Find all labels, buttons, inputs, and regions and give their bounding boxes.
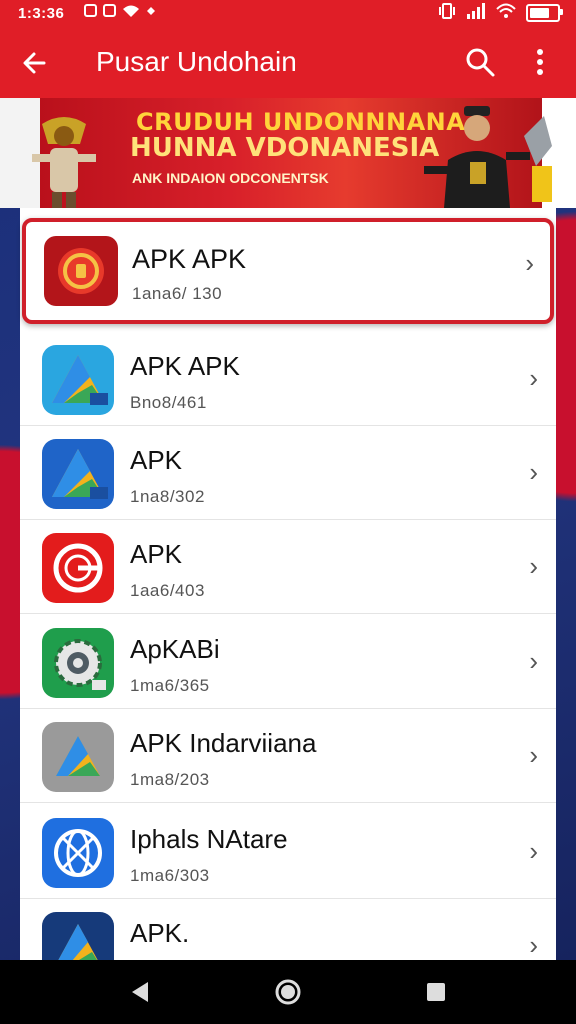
banner-tagline: ANK INDAION ODCONENTSK: [132, 170, 329, 186]
navy-triangle-app-icon: [42, 912, 114, 960]
chevron-right-icon: ›: [525, 248, 534, 278]
app-name: APK Indarviiana: [130, 728, 317, 758]
app-list-item[interactable]: APK 1na8/302 ›: [20, 425, 556, 520]
app-name: Iphals NAtare: [130, 824, 288, 854]
banner-headline: CRUDUH UNDONNNANA: [136, 108, 466, 136]
back-triangle-icon[interactable]: [126, 978, 154, 1006]
banner-subheadline: HUNNA VDONANESIA: [130, 133, 440, 163]
red-circle-app-icon: [44, 236, 118, 306]
green-gear-app-icon: [42, 628, 114, 698]
recents-square-icon[interactable]: [422, 978, 450, 1006]
app-meta: Bno8/461: [130, 393, 207, 412]
person-figure-image: [424, 106, 552, 208]
wifi-icon: [122, 4, 140, 22]
chevron-right-icon: ›: [529, 646, 538, 676]
chevron-right-icon: ›: [529, 836, 538, 866]
app-meta: 1ma6/365: [130, 676, 210, 695]
chevron-right-icon: ›: [529, 551, 538, 581]
signal-icon: [466, 3, 486, 23]
pin-icon: [146, 4, 156, 22]
status-left-icons: [70, 4, 156, 22]
more-vertical-icon[interactable]: [522, 44, 558, 80]
app-name: APK: [130, 445, 183, 475]
app-list-item[interactable]: APK. ›: [20, 898, 556, 960]
app-meta: 1ma8/203: [130, 770, 210, 789]
app-meta: 1aa6/403: [130, 581, 205, 600]
app-name: APK APK: [130, 351, 240, 381]
gray-triangle-app-icon: [42, 722, 114, 792]
chevron-right-icon: ›: [529, 363, 538, 393]
blue-globe-app-icon: [42, 818, 114, 888]
wifi-icon: [496, 3, 516, 23]
search-icon[interactable]: [462, 44, 498, 80]
app-name: APK: [130, 539, 183, 569]
red-g-app-icon: [42, 533, 114, 603]
arrow-left-icon[interactable]: [18, 46, 52, 80]
app-list-item-selected[interactable]: APK APK 1ana6/ 130 ›: [22, 218, 554, 324]
triangle-app-icon: [42, 439, 114, 509]
app-meta: 1ana6/ 130: [132, 284, 223, 303]
garuda-figure-image: [32, 117, 96, 208]
app-list-item[interactable]: APK APK Bno8/461 ›: [20, 331, 556, 426]
chevron-right-icon: ›: [529, 930, 538, 960]
notification-icon: [84, 4, 97, 17]
triangle-app-icon: [42, 345, 114, 415]
app-name: APK.: [130, 918, 190, 948]
page-title: Pusar Undohain: [96, 46, 297, 77]
status-bar: 1:3:36: [0, 0, 576, 28]
app-bar: Pusar Undohain: [0, 28, 576, 98]
app-name: APK APK: [132, 244, 247, 274]
chevron-right-icon: ›: [529, 740, 538, 770]
app-meta: 1ma6/303: [130, 866, 210, 885]
app-name: ApKABi: [130, 634, 220, 664]
system-nav-bar: [0, 960, 576, 1024]
home-circle-icon[interactable]: [274, 978, 302, 1006]
vibrate-icon: [438, 3, 456, 23]
chevron-right-icon: ›: [529, 457, 538, 487]
app-list-item[interactable]: APK Indarviiana 1ma8/203 ›: [20, 708, 556, 803]
promo-banner[interactable]: CRUDUH UNDONNNANA HUNNA VDONANESIA ANK I…: [0, 98, 576, 208]
app-list-item[interactable]: ApKABi 1ma6/365 ›: [20, 614, 556, 709]
app-list-item[interactable]: APK 1aa6/403 ›: [20, 519, 556, 614]
status-time: 1:3:36: [18, 5, 65, 22]
status-right-icons: [438, 3, 563, 23]
app-meta: 1na8/302: [130, 487, 205, 506]
app-list-item[interactable]: Iphals NAtare 1ma6/303 ›: [20, 804, 556, 899]
notification-icon: [103, 4, 116, 17]
battery-icon: [526, 4, 563, 22]
